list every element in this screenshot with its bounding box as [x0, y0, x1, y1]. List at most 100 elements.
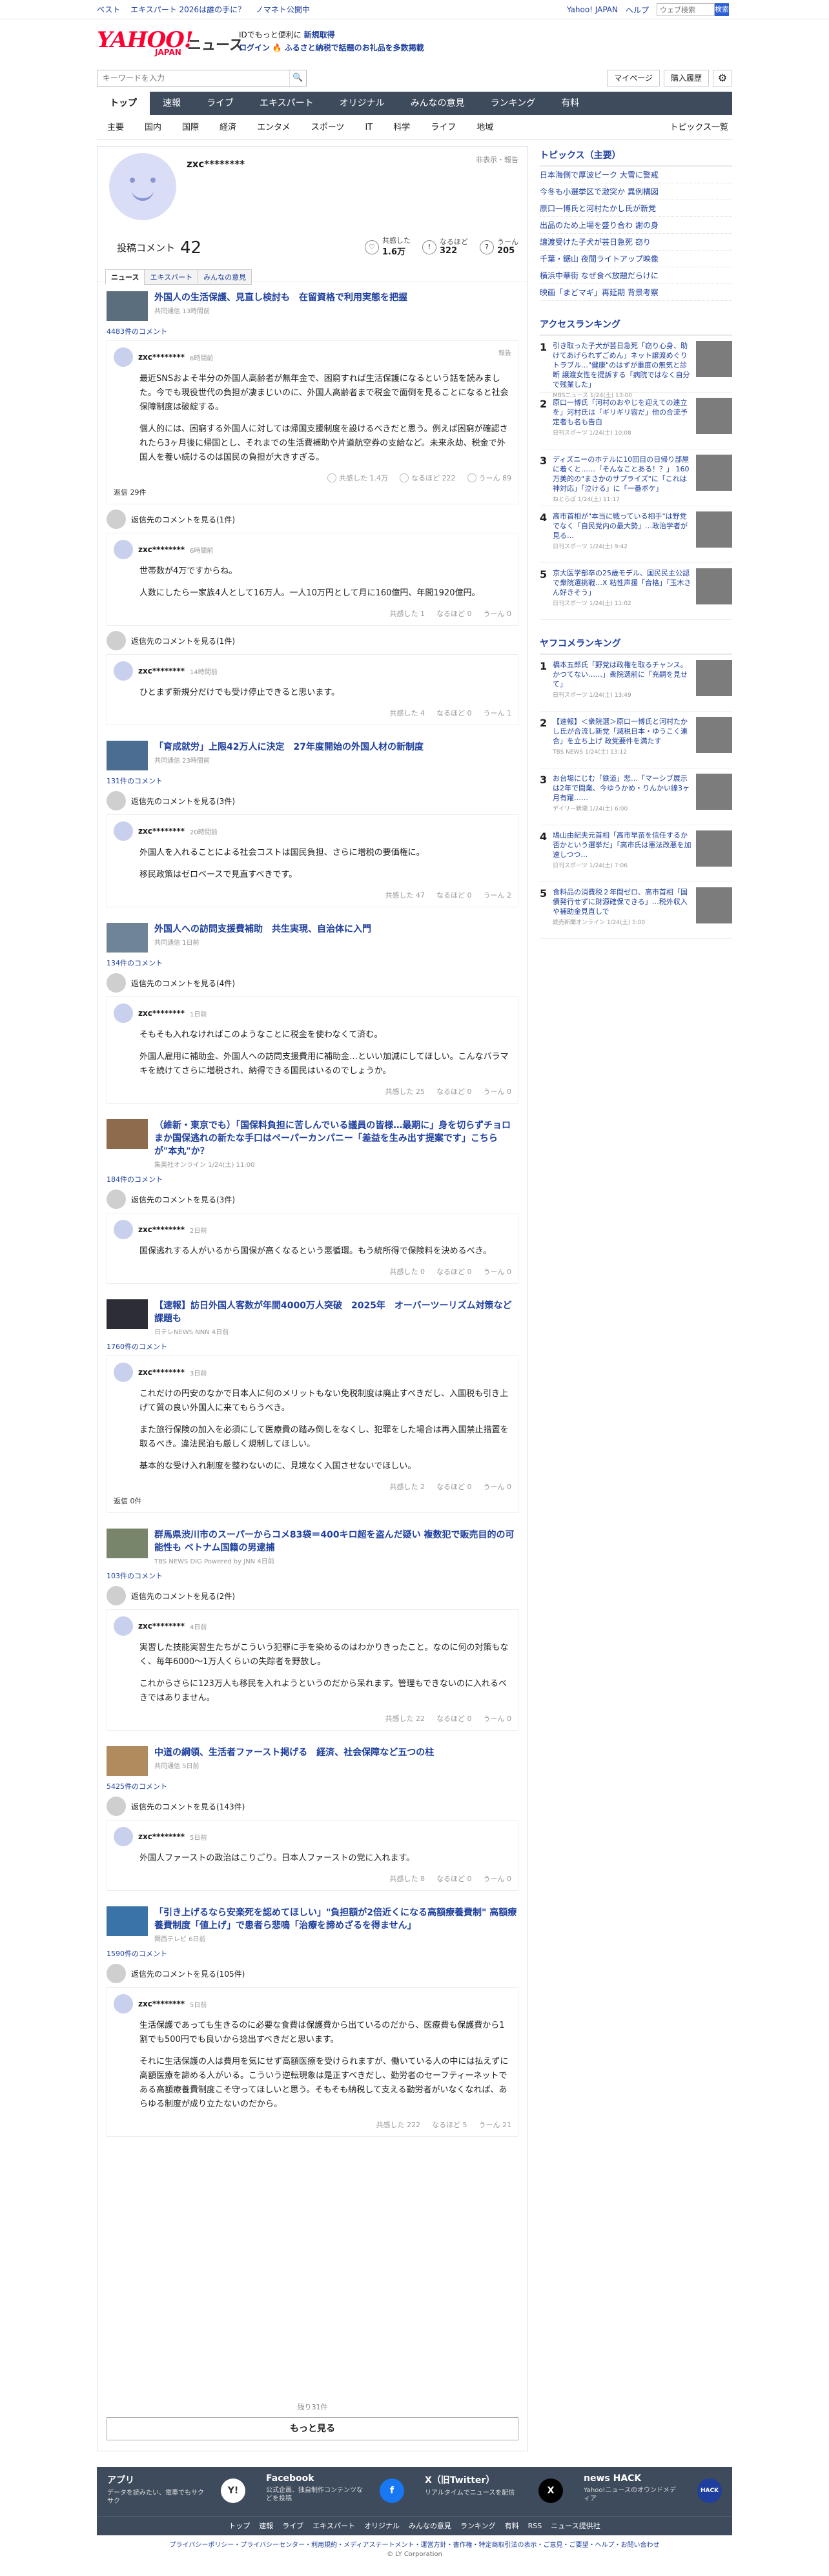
footer-x-card[interactable]: X（旧Twitter） リアルタイムでニュースを配信 X	[414, 2467, 573, 2516]
footer-link[interactable]: オリジナル	[364, 2517, 400, 2535]
comment-count-link[interactable]: 5425件のコメント	[107, 1781, 518, 1791]
reaction-button[interactable]: なるほど 0	[436, 1481, 472, 1492]
parent-comment-text[interactable]: 返信先のコメントを見る(1件)	[131, 514, 235, 525]
parent-comment-link[interactable]: 返信先のコメントを見る(143件)	[107, 1797, 518, 1816]
access-ranking-heading[interactable]: アクセスランキング	[540, 315, 732, 336]
react-empathy[interactable]: 共感した 1.4万	[327, 473, 388, 483]
article-title[interactable]: 群馬県渋川市のスーパーからコメ83袋＝400キロ超を盗んだ疑い 複数犯で販売目的…	[154, 1529, 518, 1554]
reaction-button[interactable]: なるほど 0	[436, 1873, 472, 1884]
react-hmm[interactable]: うーん 89	[467, 473, 511, 483]
reaction-button[interactable]: うーん 0	[484, 1266, 512, 1277]
article-thumbnail[interactable]	[107, 1906, 148, 1936]
comment-count-link[interactable]: 1760件のコメント	[107, 1341, 518, 1352]
rank-thumbnail[interactable]	[696, 830, 732, 867]
parent-comment-text[interactable]: 返信先のコメントを見る(1件)	[131, 635, 235, 646]
rank-thumbnail[interactable]	[696, 511, 732, 548]
topic-item[interactable]: 横浜中華街 なぜ食べ放題だらけに	[540, 267, 732, 284]
footer-link[interactable]: ニュース提供社	[551, 2517, 600, 2535]
rank-title[interactable]: 鳩山由紀夫元首相「高市早苗を信任するか否かという選挙だ」「高市氏は憲法改悪を加速…	[553, 830, 692, 860]
yafoco-ranking-heading[interactable]: ヤフコメランキング	[540, 634, 732, 655]
react-empathy[interactable]: 共感した 4	[390, 708, 425, 718]
article-thumbnail[interactable]	[107, 1299, 148, 1329]
access-rank-item[interactable]: 3 ディズニーのホテルに10回目の日帰り部屋に着くと……「そんなことある！？」 1…	[540, 449, 732, 506]
article-thumbnail[interactable]	[107, 1746, 148, 1776]
parent-comment-text[interactable]: 返信先のコメントを見る(4件)	[131, 978, 235, 989]
footer-facebook-card[interactable]: Facebook 公式企画、独自制作コンテンツなどを投稿 f	[256, 2467, 414, 2516]
article-title[interactable]: 「育成就労」上限42万人に決定 27年度開始の外国人材の新制度	[154, 741, 424, 754]
news-search-input[interactable]	[97, 70, 289, 86]
rank-thumbnail[interactable]	[696, 568, 732, 604]
cat-it[interactable]: IT	[354, 116, 383, 139]
mypage-button[interactable]: マイページ	[607, 70, 660, 87]
reaction-button[interactable]: なるほど 0	[436, 1266, 472, 1277]
reaction-button[interactable]: なるほど 0	[436, 1086, 472, 1097]
reply-count[interactable]: 返信 29件	[114, 487, 511, 497]
nav-top[interactable]: トップ	[97, 92, 150, 115]
parent-comment-text[interactable]: 返信先のコメントを見る(2件)	[131, 1591, 235, 1602]
cat-main[interactable]: 主要	[97, 116, 134, 139]
footer-link[interactable]: 有料	[505, 2517, 519, 2535]
cat-entertainment[interactable]: エンタメ	[247, 116, 301, 139]
article-title[interactable]: （維新・東京でも）「国保料負担に苦しんでいる議員の皆様…最期に」身を切らずチョロ…	[154, 1119, 518, 1158]
react-naruhodo[interactable]: なるほど 0	[436, 608, 472, 619]
reaction-button[interactable]: うーん 0	[484, 1086, 512, 1097]
parent-comment-link[interactable]: 返信先のコメントを見る(1件)	[107, 631, 518, 650]
rank-thumbnail[interactable]	[696, 398, 732, 434]
reaction-button[interactable]: 共感した 0	[390, 1266, 425, 1277]
topic-item[interactable]: 出品のため上場を盛り合わ 謝の身	[540, 217, 732, 234]
yafoco-rank-item[interactable]: 3 お台場にじむ「鉄道」悲…「マーシブ展示は2年で間業、今ゆうかめ・りんかい線3ヶ…	[540, 768, 732, 825]
article-thumbnail[interactable]	[107, 741, 148, 770]
parent-comment-link[interactable]: 返信先のコメントを見る(4件)	[107, 973, 518, 993]
reply-count[interactable]: 返信 0件	[114, 1496, 511, 1506]
yafoco-rank-item[interactable]: 1 橋本五郎氏「野党は政権を取るチャンス。かつてない……」衆院選前に「充嗣を見せて…	[540, 655, 732, 712]
yafoco-rank-item[interactable]: 5 食料品の消費税２年間ゼロ、高市首相「国債発行せずに財源確保できる」…税外収入や…	[540, 882, 732, 939]
parent-comment-link[interactable]: 返信先のコメントを見る(1件)	[107, 510, 518, 529]
news-label[interactable]: ニュース	[187, 34, 243, 54]
comment-count-link[interactable]: 131件のコメント	[107, 776, 518, 786]
rank-title[interactable]: ディズニーのホテルに10回目の日帰り部屋に着くと……「そんなことある！？」 16…	[553, 455, 692, 493]
load-more-button[interactable]: もっと見る	[107, 2417, 518, 2440]
reaction-button[interactable]: なるほど 0	[436, 890, 472, 900]
yafoco-rank-item[interactable]: 4 鳩山由紀夫元首相「高市早苗を信任するか否かという選挙だ」「高市氏は憲法改悪を加…	[540, 825, 732, 882]
article-thumbnail[interactable]	[107, 923, 148, 953]
article-thumbnail[interactable]	[107, 1529, 148, 1558]
article-title[interactable]: 中道の綱領、生活者ファースト掲げる 経済、社会保障など五つの柱	[154, 1746, 434, 1759]
parent-comment-text[interactable]: 返信先のコメントを見る(143件)	[131, 1801, 245, 1812]
article-title[interactable]: 【速報】訪日外国人客数が年間4000万人突破 2025年 オーバーツーリズム対策…	[154, 1299, 518, 1325]
rank-thumbnail[interactable]	[696, 774, 732, 810]
cat-sports[interactable]: スポーツ	[301, 116, 355, 139]
reaction-button[interactable]: なるほど 5	[432, 2119, 467, 2130]
cat-economy[interactable]: 経済	[209, 116, 247, 139]
reaction-button[interactable]: うーん 0	[484, 1481, 512, 1492]
comment-count-link[interactable]: 1590件のコメント	[107, 1948, 518, 1959]
topic-item[interactable]: 原口一博氏と河村たかし氏が新党	[540, 200, 732, 217]
comment-count-link[interactable]: 103件のコメント	[107, 1571, 518, 1581]
top-link[interactable]: ベスト	[97, 5, 120, 14]
footer-link[interactable]: RSS	[528, 2517, 542, 2535]
login-link[interactable]: ログイン	[239, 43, 270, 52]
reaction-button[interactable]: 共感した 22	[385, 1713, 425, 1724]
reaction-button[interactable]: うーん 2	[484, 890, 512, 900]
footer-legal-links[interactable]: プライバシーポリシー・プライバシーセンター・利用規約・メディアステートメント・運…	[97, 2539, 732, 2549]
cat-science[interactable]: 科学	[383, 116, 420, 139]
access-rank-item[interactable]: 4 高市首相が"本当に戦っている相手"は野党でなく「自民党内の最大勢」…政治学者が…	[540, 506, 732, 563]
reaction-button[interactable]: うーん 0	[484, 1713, 512, 1724]
rank-thumbnail[interactable]	[696, 660, 732, 696]
signup-link[interactable]: 新規取得	[304, 30, 335, 39]
parent-comment-link[interactable]: 返信先のコメントを見る(3件)	[107, 1190, 518, 1209]
parent-comment-link[interactable]: 返信先のコメントを見る(2件)	[107, 1586, 518, 1605]
rank-title[interactable]: お台場にじむ「鉄道」悲…「マーシブ展示は2年で間業、今ゆうかめ・りんかい線3ヶ月…	[553, 774, 692, 803]
reaction-button[interactable]: うーん 21	[479, 2119, 512, 2130]
access-rank-item[interactable]: 1 引き取った子犬が芸日急死「窃り心身、助けてあげられずごめん」ネット譲渡めぐりト…	[540, 336, 732, 399]
nav-expert[interactable]: エキスパート	[247, 92, 327, 115]
nav-ranking[interactable]: ランキング	[478, 92, 549, 115]
nav-breaking[interactable]: 速報	[150, 92, 194, 115]
react-naruhodo[interactable]: なるほど 222	[400, 473, 456, 483]
access-rank-item[interactable]: 2 原口一博氏「河村のおやじを迎えての連立を」河村氏は「ギリギリ容だ」他の合流予定…	[540, 393, 732, 449]
cat-life[interactable]: ライフ	[420, 116, 466, 139]
rank-thumbnail[interactable]	[696, 887, 732, 923]
footer-link[interactable]: エキスパート	[312, 2517, 355, 2535]
gear-icon[interactable]: ⚙	[713, 70, 732, 87]
react-hmm[interactable]: うーん 1	[484, 708, 512, 718]
rank-thumbnail[interactable]	[696, 455, 732, 491]
